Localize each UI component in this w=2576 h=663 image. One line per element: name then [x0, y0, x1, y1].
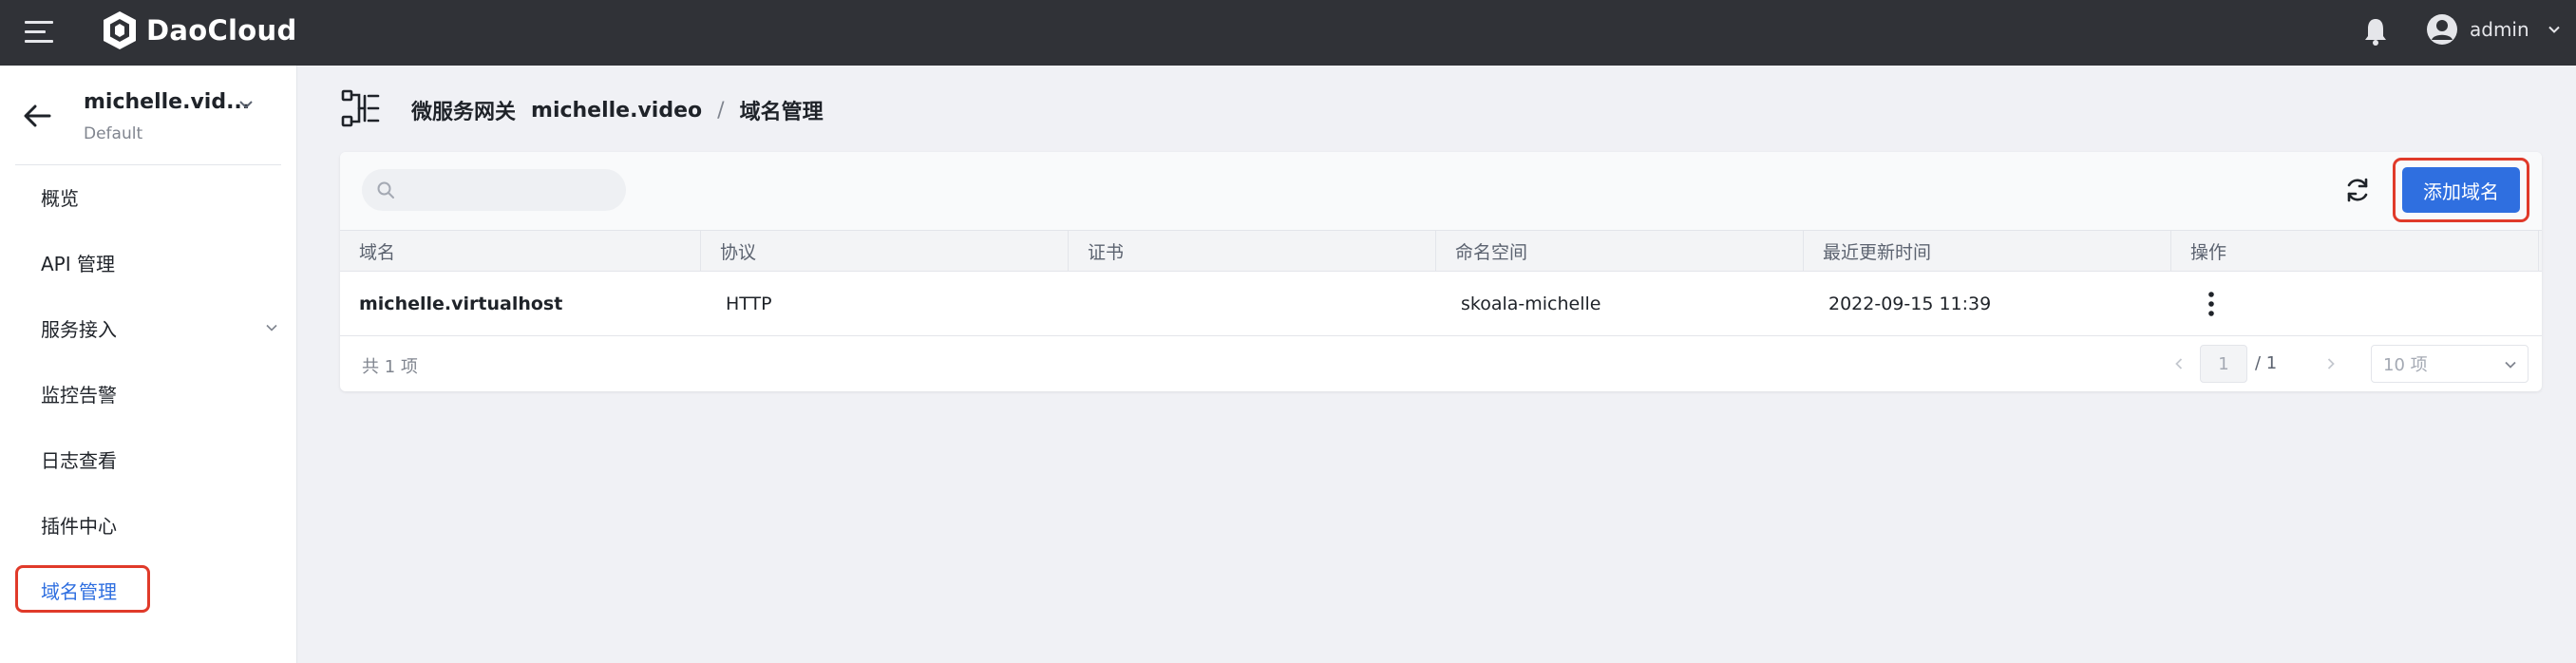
sidebar-item-api-management[interactable]: API 管理: [15, 238, 281, 286]
search-input[interactable]: [362, 169, 626, 211]
column-header[interactable]: 协议: [701, 231, 1069, 271]
sidebar-item-plugins[interactable]: 插件中心: [15, 501, 281, 548]
column-header[interactable]: 最近更新时间: [1804, 231, 2171, 271]
total-count: 共 1 项: [362, 357, 418, 377]
add-domain-button[interactable]: 添加域名: [2402, 167, 2520, 213]
chevron-down-icon: [2505, 361, 2516, 369]
sidebar-item-label: 监控告警: [41, 383, 117, 407]
sidebar-item-label: API 管理: [41, 252, 115, 275]
cell-certificate: [1069, 272, 1436, 336]
sidebar: michelle.vid... Default 概览 API 管理 服务接入 监…: [0, 66, 297, 663]
sidebar-item-overview[interactable]: 概览: [15, 173, 281, 220]
cell-protocol: HTTP: [726, 294, 772, 314]
toolbar: 添加域名: [340, 152, 2542, 230]
workspace-subtitle: Default: [84, 124, 143, 143]
page-size-value: 10 项: [2383, 355, 2428, 375]
sidebar-item-label: 日志查看: [41, 448, 117, 472]
user-menu[interactable]: admin: [2426, 13, 2562, 46]
cell-domain[interactable]: michelle.virtualhost: [340, 272, 701, 336]
column-header[interactable]: 证书: [1069, 231, 1436, 271]
logo[interactable]: DaoCloud: [101, 9, 297, 51]
daocloud-logo-icon: [104, 11, 136, 49]
column-header: 操作: [2171, 231, 2539, 271]
page-size-select[interactable]: 10 项: [2371, 345, 2529, 383]
page-total: / 1: [2255, 353, 2278, 373]
breadcrumb: 微服务网关 michelle.video / 域名管理: [411, 95, 824, 125]
chevron-right-icon[interactable]: [2323, 356, 2339, 371]
chevron-left-icon[interactable]: [2171, 356, 2187, 371]
avatar-icon: [2427, 14, 2457, 45]
top-bar: DaoCloud admin: [0, 0, 2576, 66]
chevron-down-icon: [2548, 26, 2560, 33]
sidebar-item-monitoring[interactable]: 监控告警: [15, 369, 281, 417]
cell-updated: 2022-09-15 11:39: [1828, 294, 1992, 314]
domain-list-card: 添加域名 域名 协议 证书 命名空间 最近更新时间 操作 michelle.vi…: [340, 152, 2542, 391]
sidebar-item-label: 服务接入: [41, 317, 117, 341]
page-number-input[interactable]: [2200, 345, 2247, 383]
sidebar-item-label: 概览: [41, 186, 79, 210]
bell-icon[interactable]: [2361, 16, 2390, 47]
chevron-down-icon: [266, 324, 277, 332]
more-actions-icon[interactable]: [2207, 291, 2216, 317]
user-name: admin: [2470, 18, 2529, 41]
sidebar-item-label: 插件中心: [41, 514, 117, 538]
chevron-down-icon[interactable]: [237, 96, 255, 113]
column-header[interactable]: 域名: [340, 231, 701, 271]
back-arrow-icon[interactable]: [21, 102, 53, 130]
breadcrumb-section[interactable]: 微服务网关: [411, 95, 516, 125]
gateway-icon: [341, 89, 380, 127]
sidebar-item-service-access[interactable]: 服务接入: [15, 304, 281, 351]
highlight-box: [15, 565, 150, 613]
menu-icon[interactable]: [25, 21, 55, 46]
brand-name: DaoCloud: [146, 14, 297, 47]
cell-namespace: skoala-michelle: [1461, 294, 1601, 314]
divider: [15, 164, 281, 165]
search-icon: [377, 181, 394, 199]
table-header: 域名 协议 证书 命名空间 最近更新时间 操作: [340, 230, 2542, 272]
breadcrumb-gateway[interactable]: michelle.video: [531, 99, 702, 123]
column-header[interactable]: 命名空间: [1436, 231, 1804, 271]
workspace-name[interactable]: michelle.vid...: [84, 90, 250, 114]
table-row[interactable]: michelle.virtualhost HTTP skoala-michell…: [340, 272, 2542, 336]
table-footer: 共 1 项 / 1 10 项: [340, 336, 2542, 391]
page-title: 域名管理: [739, 101, 824, 124]
sidebar-item-logs[interactable]: 日志查看: [15, 435, 281, 483]
refresh-icon[interactable]: [2342, 175, 2373, 205]
breadcrumb-separator: /: [717, 98, 725, 123]
